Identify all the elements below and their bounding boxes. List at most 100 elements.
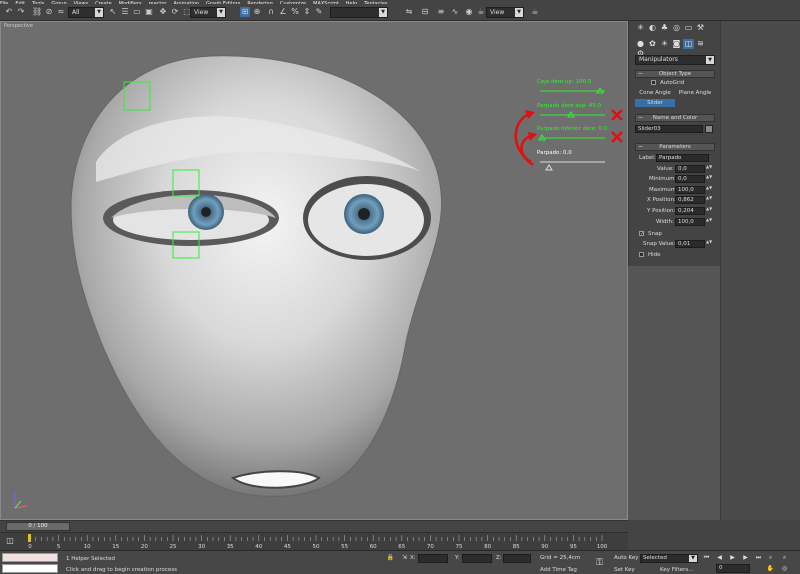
select-manipulate-icon[interactable]: ⊕ [252, 7, 262, 17]
maximum-spinner[interactable]: ▲▼ [706, 186, 712, 194]
snap-checkbox[interactable]: ✓ [639, 231, 644, 237]
y-position-spinner[interactable]: ▲▼ [706, 207, 712, 215]
go-to-end-icon[interactable]: ⏭ [754, 553, 763, 562]
undo-icon[interactable]: ↶ [4, 7, 14, 17]
maxscript-listener-mini[interactable] [2, 553, 58, 562]
width-spinner[interactable]: ▲▼ [706, 218, 712, 226]
object-type-rollout[interactable]: − Object Type [635, 70, 715, 78]
reference-coordinate-dropdown[interactable]: View ▼ [190, 7, 226, 18]
value-spinner[interactable]: ▲▼ [706, 165, 712, 173]
value-input[interactable]: 0,0 [675, 165, 705, 173]
move-icon[interactable]: ✥ [158, 7, 168, 17]
go-to-start-icon[interactable]: ⏮ [702, 553, 711, 562]
parameters-rollout[interactable]: − Parameters [635, 143, 715, 151]
x-position-spinner[interactable]: ▲▼ [706, 196, 712, 204]
bind-space-warp-icon[interactable]: ≈ [56, 7, 66, 17]
hide-checkbox[interactable] [639, 252, 644, 257]
slider-button[interactable]: Slider [635, 99, 675, 107]
window-crossing-icon[interactable]: ▣ [144, 7, 154, 17]
slider-label-4[interactable]: Parpado: 0,0 [537, 150, 572, 156]
render-setup-icon[interactable]: ☕ [476, 7, 486, 17]
spinner-snap-icon[interactable]: ⇕ [302, 7, 312, 17]
snap-value-spinner[interactable]: ▲▼ [706, 240, 712, 248]
next-frame-icon[interactable]: ▶ [741, 553, 750, 562]
cone-angle-button[interactable]: Cone Angle [635, 89, 675, 97]
track-bar-menu-icon[interactable]: ◫ [5, 536, 15, 546]
curve-editor-icon[interactable]: ∿ [450, 7, 460, 17]
zoom-all-icon[interactable]: ⌕ [780, 553, 789, 562]
modify-tab-icon[interactable]: ◐ [647, 23, 658, 33]
helpers-icon[interactable]: ◫ [683, 39, 694, 49]
create-tab-icon[interactable]: ✳ [635, 23, 646, 33]
track-bar[interactable]: ◫ 0 5 10 15 20 25 30 35 40 45 50 55 60 65 70 75 80 85 90 95… [0, 532, 628, 550]
shapes-icon[interactable]: ✿ [647, 39, 658, 49]
plane-angle-button[interactable]: Plane Angle [675, 89, 715, 97]
orbit-icon[interactable]: ◎ [780, 564, 789, 573]
align-icon[interactable]: ⊟ [420, 7, 430, 17]
y-position-input[interactable]: 0,204 [675, 207, 705, 215]
selection-filter-dropdown[interactable]: All ▼ [68, 7, 104, 18]
pivot-center-icon[interactable]: ⊞ [240, 7, 250, 17]
y-coord-field[interactable] [462, 554, 492, 563]
auto-key-button[interactable]: Auto Key [614, 555, 639, 561]
key-icon[interactable]: ⚿ [595, 559, 604, 568]
pan-icon[interactable]: ✋ [766, 564, 775, 573]
absolute-transform-icon[interactable]: ⇲ [400, 553, 409, 562]
lock-selection-icon[interactable]: 🔒 [386, 553, 395, 562]
autogrid-checkbox[interactable] [651, 80, 656, 85]
layer-manager-icon[interactable]: ≡ [436, 7, 446, 17]
slider-label-2[interactable]: Parpado dere sup: 45,0 [537, 103, 601, 109]
unlink-icon[interactable]: ⊘ [44, 7, 54, 17]
x-coord-field[interactable] [418, 554, 448, 563]
add-time-tag[interactable]: Add Time Tag [540, 567, 577, 573]
x-position-input[interactable]: 0,862 [675, 196, 705, 204]
snap-toggle-icon[interactable]: ∩ [266, 7, 276, 17]
quick-render-icon[interactable]: ☕ [530, 7, 540, 17]
region-select-icon[interactable]: ▭ [132, 7, 142, 17]
time-slider[interactable]: 0 / 100 [0, 520, 628, 532]
percent-snap-icon[interactable]: % [290, 7, 300, 17]
slider-label-1[interactable]: Ceja dere up: 100,0 [537, 79, 591, 85]
helper-category-dropdown[interactable]: Manipulators ▼ [635, 55, 715, 65]
key-filters-button[interactable]: Key Filters... [660, 567, 693, 573]
motion-tab-icon[interactable]: ◎ [671, 23, 682, 33]
edit-named-selection-icon[interactable]: ✎ [314, 7, 324, 17]
named-selection-sets-dropdown[interactable]: ▼ [330, 7, 388, 18]
hierarchy-tab-icon[interactable]: ♣ [659, 23, 670, 33]
slider-label-3[interactable]: Parpado inferior dere: 0,0 [537, 126, 607, 132]
material-editor-icon[interactable]: ◉ [464, 7, 474, 17]
name-and-color-rollout[interactable]: − Name and Color [635, 114, 715, 122]
snap-value-input[interactable]: 0,01 [675, 240, 705, 248]
perspective-viewport[interactable]: Perspective Ceja dere up: 100,0 Parpado … [0, 21, 628, 520]
set-key-button[interactable]: Set Key [614, 567, 635, 573]
viewport-label[interactable]: Perspective [4, 23, 33, 29]
z-coord-field[interactable] [503, 554, 531, 563]
minimum-spinner[interactable]: ▲▼ [706, 175, 712, 183]
zoom-icon[interactable]: ⌕ [766, 553, 775, 562]
link-icon[interactable]: ⛓ [32, 7, 42, 17]
utilities-tab-icon[interactable]: ⚒ [695, 23, 706, 33]
space-warps-icon[interactable]: ≋ [695, 39, 706, 49]
select-object-icon[interactable]: ↖ [108, 7, 118, 17]
maximum-input[interactable]: 100,0 [675, 186, 705, 194]
mirror-icon[interactable]: ⇋ [404, 7, 414, 17]
play-icon[interactable]: ▶ [728, 553, 737, 562]
minimum-input[interactable]: 0,0 [675, 175, 705, 183]
lights-icon[interactable]: ☀ [659, 39, 670, 49]
render-view-dropdown[interactable]: View ▼ [486, 7, 524, 18]
previous-frame-icon[interactable]: ◀ [715, 553, 724, 562]
display-tab-icon[interactable]: ▭ [683, 23, 694, 33]
rotate-icon[interactable]: ⟳ [170, 7, 180, 17]
angle-snap-icon[interactable]: ∠ [278, 7, 288, 17]
cameras-icon[interactable]: ◙ [671, 39, 682, 49]
geometry-icon[interactable]: ● [635, 39, 646, 49]
current-frame-field[interactable]: 0 [716, 564, 750, 573]
key-mode-dropdown[interactable]: Selected ▼ [640, 554, 698, 563]
redo-icon[interactable]: ↷ [16, 7, 26, 17]
object-name-field[interactable]: Slider03 [635, 125, 703, 133]
label-input[interactable]: Parpado [656, 154, 709, 162]
maxscript-input-mini[interactable] [2, 564, 58, 573]
object-color-swatch[interactable] [705, 125, 713, 133]
width-input[interactable]: 100,0 [675, 218, 705, 226]
time-slider-thumb[interactable]: 0 / 100 [6, 522, 70, 531]
